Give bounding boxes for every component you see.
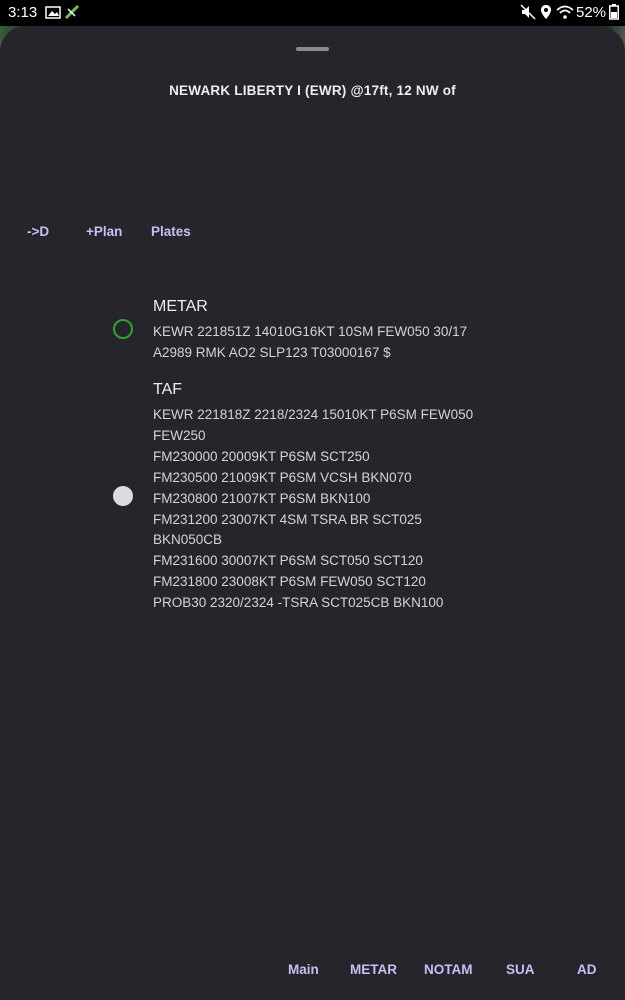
mute-icon xyxy=(520,4,536,20)
add-plan-button[interactable]: +Plan xyxy=(86,224,122,239)
taf-line: PROB30 2320/2324 -TSRA SCT025CB BKN100 xyxy=(153,595,444,610)
airport-title: NEWARK LIBERTY I (EWR) @17ft, 12 NW of xyxy=(169,83,456,98)
tab-ad[interactable]: AD xyxy=(577,962,597,977)
battery-icon xyxy=(609,4,619,20)
status-bar: 3:13 52% xyxy=(0,0,625,26)
tab-metar[interactable]: METAR xyxy=(350,962,397,977)
taf-line: BKN050CB xyxy=(153,532,223,547)
status-time: 3:13 xyxy=(8,4,38,21)
metar-line: A2989 RMK AO2 SLP123 T03000167 $ xyxy=(153,345,391,360)
metar-heading: METAR xyxy=(153,298,208,315)
taf-line: FM231600 30007KT P6SM SCT050 SCT120 xyxy=(153,553,423,568)
tab-notam[interactable]: NOTAM xyxy=(424,962,473,977)
taf-line: FM230800 21007KT P6SM BKN100 xyxy=(153,491,371,506)
battery-percentage: 52% xyxy=(576,4,607,21)
screen: 3:13 52% NEWARK LIBERTY I (EWR) @17ft, 1… xyxy=(0,0,625,1000)
drag-handle[interactable] xyxy=(296,47,329,51)
direct-to-button[interactable]: ->D xyxy=(27,224,49,239)
taf-status-indicator xyxy=(113,486,133,506)
airport-info-sheet: NEWARK LIBERTY I (EWR) @17ft, 12 NW of -… xyxy=(0,26,625,1000)
wifi-icon xyxy=(556,4,574,20)
image-icon xyxy=(45,4,61,20)
taf-line: FEW250 xyxy=(153,428,206,443)
tab-main[interactable]: Main xyxy=(288,962,319,977)
taf-line: FM231200 23007KT 4SM TSRA BR SCT025 xyxy=(153,512,422,527)
plates-button[interactable]: Plates xyxy=(151,224,191,239)
taf-line: FM230000 20009KT P6SM SCT250 xyxy=(153,449,370,464)
taf-line: FM230500 21009KT P6SM VCSH BKN070 xyxy=(153,470,412,485)
taf-line: FM231800 23008KT P6SM FEW050 SCT120 xyxy=(153,574,426,589)
taf-heading: TAF xyxy=(153,381,183,398)
metar-status-indicator xyxy=(113,319,133,339)
metar-line: KEWR 221851Z 14010G16KT 10SM FEW050 30/1… xyxy=(153,324,468,339)
app-notification-icon xyxy=(64,4,80,20)
location-icon xyxy=(538,4,554,20)
tab-sua[interactable]: SUA xyxy=(506,962,535,977)
taf-line: KEWR 221818Z 2218/2324 15010KT P6SM FEW0… xyxy=(153,407,474,422)
